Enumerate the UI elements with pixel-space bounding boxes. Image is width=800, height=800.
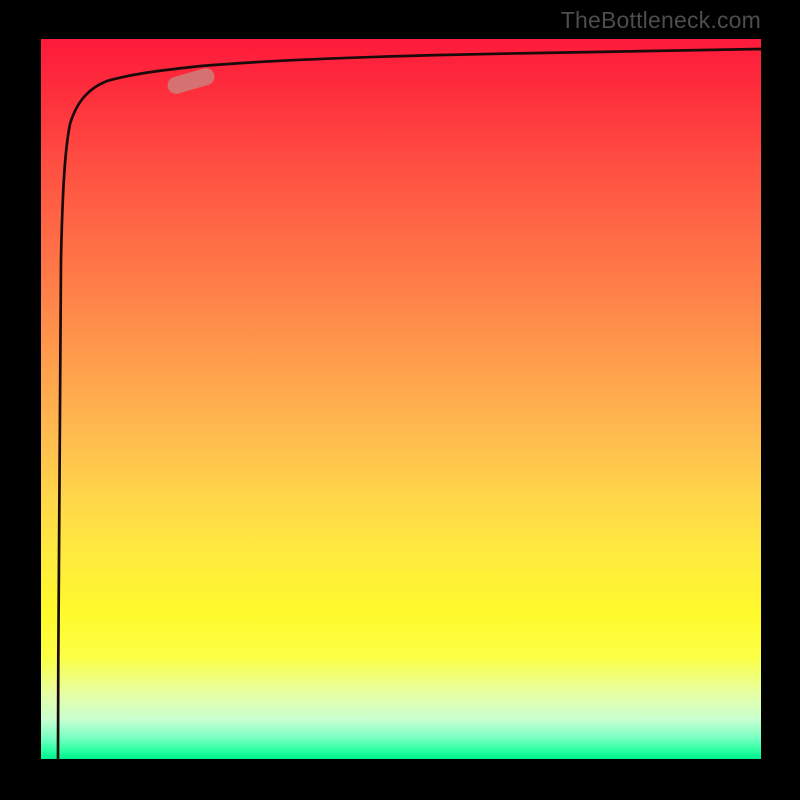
chart-svg — [41, 39, 761, 759]
bottleneck-curve — [58, 49, 761, 759]
chart-stage: TheBottleneck.com — [0, 0, 800, 800]
watermark-text: TheBottleneck.com — [561, 7, 761, 34]
curve-marker — [166, 66, 217, 96]
plot-area — [41, 39, 761, 759]
